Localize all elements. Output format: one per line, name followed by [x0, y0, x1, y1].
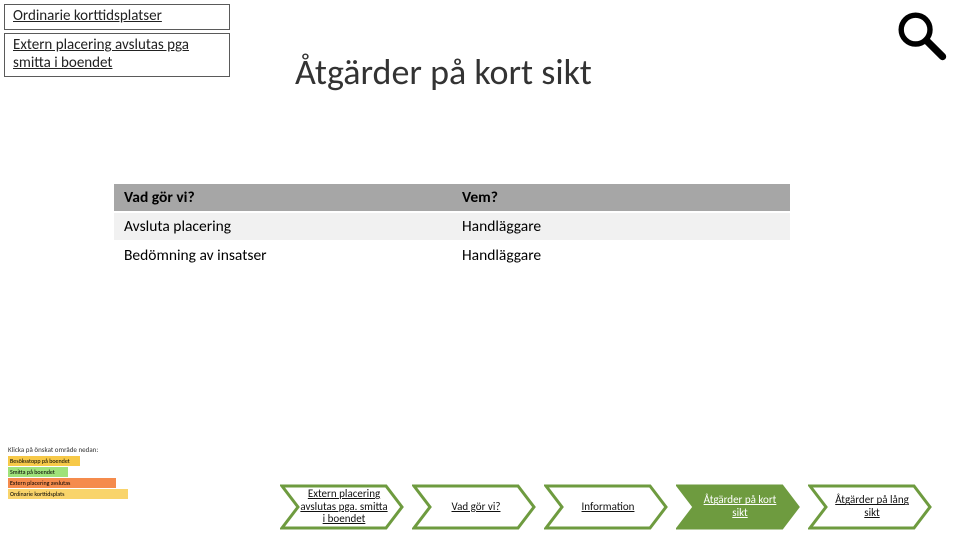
legend-bar[interactable]: Ordinarie korttidsplats	[8, 489, 128, 499]
legend-bar[interactable]: Smitta på boendet	[8, 467, 68, 477]
chevron-label: Åtgärder på kort sikt	[696, 494, 784, 519]
table-row: Bedömning av insatser Handläggare	[114, 241, 790, 270]
legend-thumbnail: Klicka på önskat område nedan: Besökssto…	[8, 445, 128, 500]
legend-bar[interactable]: Besöksstopp på boendet	[8, 456, 80, 466]
slide: Ordinarie korttidsplatser Extern placeri…	[0, 0, 960, 540]
page-title: Åtgärder på kort sikt	[295, 50, 592, 94]
breadcrumb-item-1[interactable]: Extern placering avslutas pga smitta i b…	[4, 33, 230, 77]
chevron-item-short-term[interactable]: Åtgärder på kort sikt	[676, 484, 800, 530]
chevron-item-context[interactable]: Extern placering avslutas pga. smitta i …	[280, 484, 404, 530]
chevron-item-long-term[interactable]: Åtgärder på lång sikt	[808, 484, 932, 530]
chevron-nav: Extern placering avslutas pga. smitta i …	[280, 484, 932, 530]
cell-what: Avsluta placering	[114, 212, 452, 241]
chevron-item-what[interactable]: Vad gör vi?	[412, 484, 536, 530]
breadcrumb: Ordinarie korttidsplatser Extern placeri…	[4, 4, 230, 80]
search-icon[interactable]	[894, 8, 948, 62]
legend-bar[interactable]: Extern placering avslutas	[8, 478, 116, 488]
table-header-row: Vad gör vi? Vem?	[114, 184, 790, 212]
chevron-label: Åtgärder på lång sikt	[828, 494, 916, 519]
table-header-what: Vad gör vi?	[114, 184, 452, 212]
cell-who: Handläggare	[452, 212, 790, 241]
chevron-label: Information	[582, 501, 635, 514]
chevron-item-information[interactable]: Information	[544, 484, 668, 530]
chevron-label: Vad gör vi?	[452, 501, 501, 514]
cell-what: Bedömning av insatser	[114, 241, 452, 270]
chevron-label: Extern placering avslutas pga. smitta i …	[300, 488, 388, 526]
legend-caption: Klicka på önskat område nedan:	[8, 445, 128, 454]
table-row: Avsluta placering Handläggare	[114, 212, 790, 241]
table-header-who: Vem?	[452, 184, 790, 212]
actions-table: Vad gör vi? Vem? Avsluta placering Handl…	[114, 184, 790, 271]
cell-who: Handläggare	[452, 241, 790, 270]
breadcrumb-item-0[interactable]: Ordinarie korttidsplatser	[4, 4, 230, 30]
